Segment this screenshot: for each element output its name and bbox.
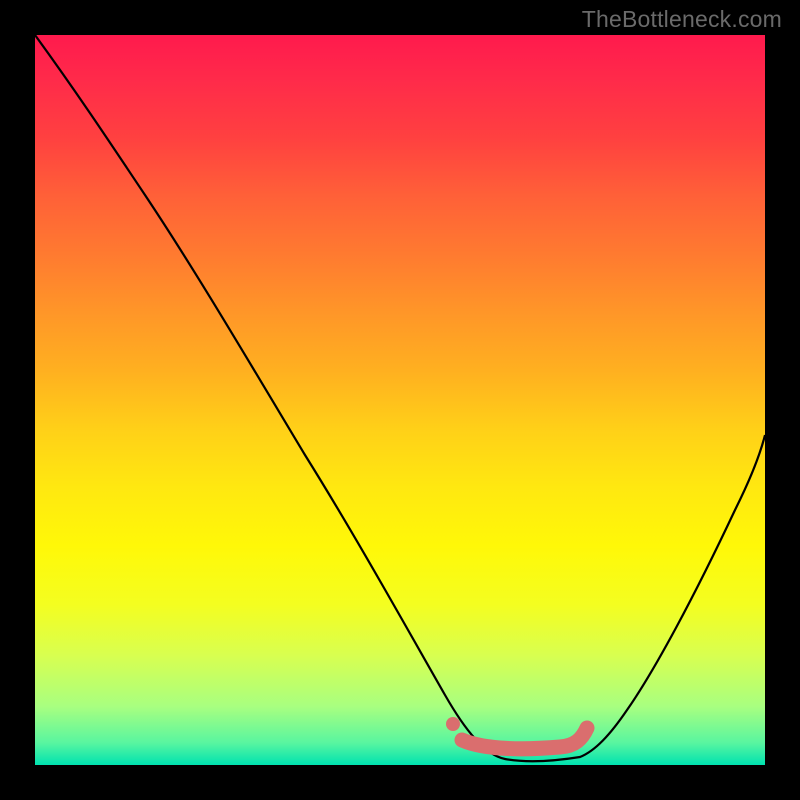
gradient-plot-area [35, 35, 765, 765]
chart-frame: TheBottleneck.com [0, 0, 800, 800]
chart-svg [35, 35, 765, 765]
highlight-stroke [462, 728, 587, 749]
watermark-text: TheBottleneck.com [582, 6, 782, 33]
highlight-dot [446, 717, 460, 731]
bottleneck-curve [35, 35, 765, 761]
